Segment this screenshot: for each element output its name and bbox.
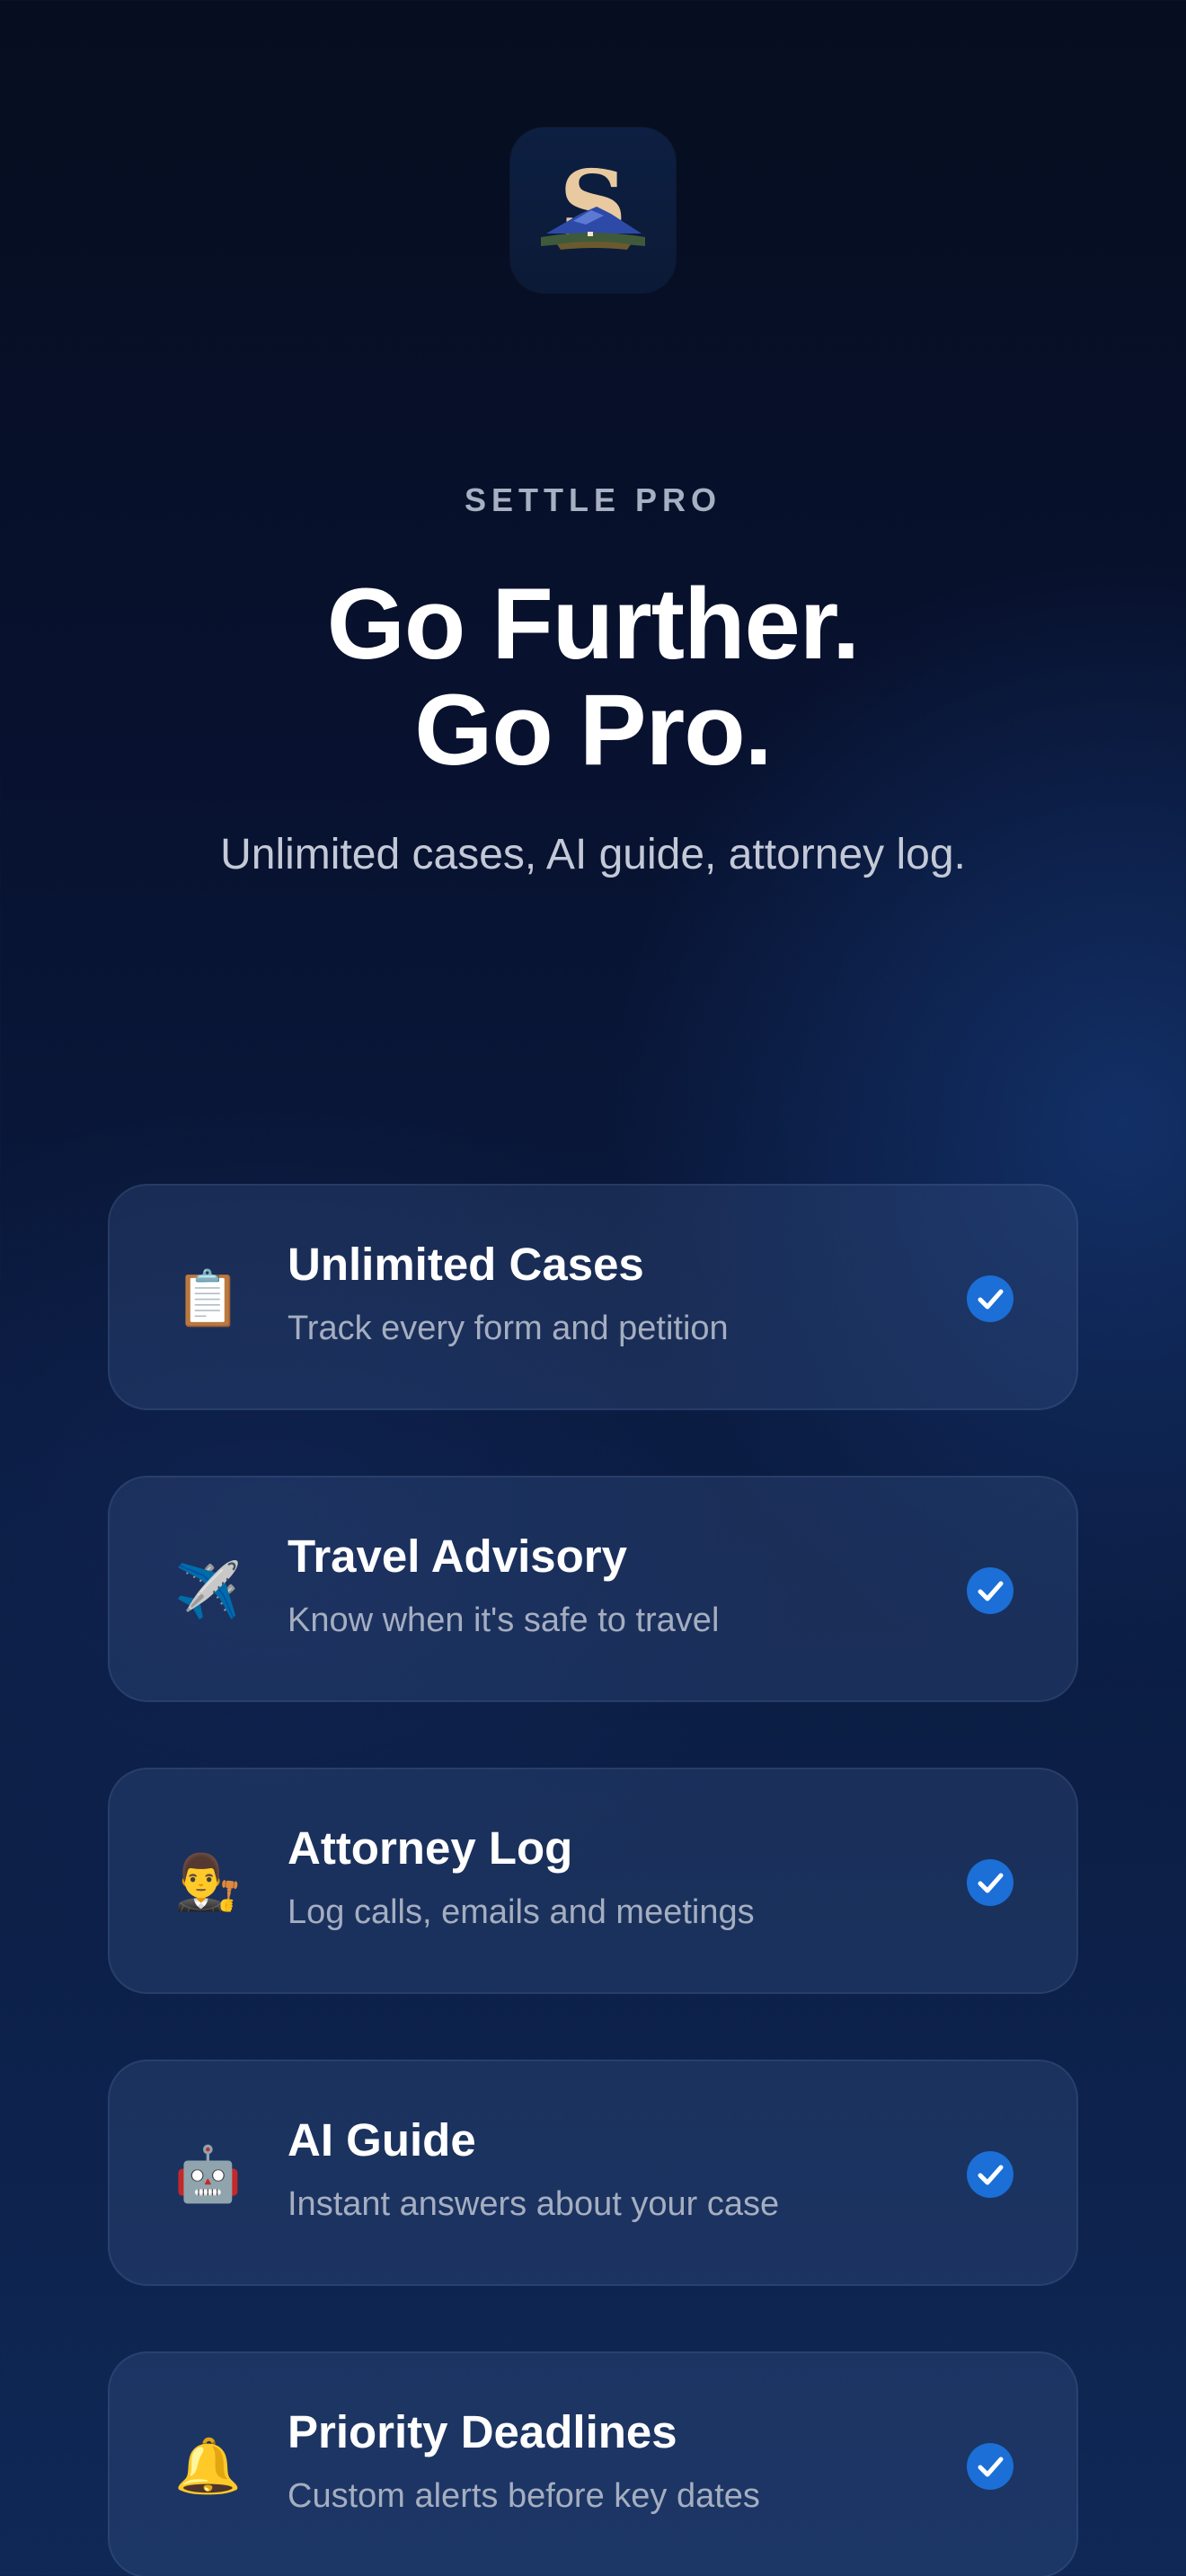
feature-title: Travel Advisory	[288, 1531, 627, 1582]
checkmark-icon	[967, 1859, 1013, 1906]
feature-description: Instant answers about your case	[288, 2185, 780, 2223]
robot-icon: 🤖	[174, 2143, 242, 2206]
feature-description: Custom alerts before key dates	[288, 2477, 760, 2515]
checkmark-icon	[967, 1567, 1013, 1614]
page-subtitle: Unlimited cases, AI guide, attorney log.	[220, 831, 966, 878]
feature-list: 📋 Unlimited Cases Track every form and p…	[108, 1184, 1078, 2576]
feature-description: Know when it's safe to travel	[288, 1601, 720, 1639]
page-title: Go Further. Go Pro.	[0, 571, 1186, 783]
eyebrow-label: SETTLE PRO	[464, 481, 722, 518]
feature-card-travel-advisory: ✈️ Travel Advisory Know when it's safe t…	[108, 1476, 1078, 1702]
feature-description: Track every form and petition	[288, 1310, 729, 1347]
feature-title: Unlimited Cases	[288, 1239, 644, 1290]
clipboard-icon: 📋	[174, 1267, 242, 1330]
feature-card-attorney-log: 👨‍⚖️ Attorney Log Log calls, emails and …	[108, 1768, 1078, 1994]
attorney-icon: 👨‍⚖️	[174, 1851, 242, 1914]
feature-title: Attorney Log	[288, 1822, 573, 1874]
bell-icon: 🔔	[174, 2435, 242, 2498]
headline-line-1: Go Further.	[326, 568, 861, 680]
checkmark-icon	[967, 2443, 1013, 2490]
feature-card-priority-deadlines: 🔔 Priority Deadlines Custom alerts befor…	[108, 2351, 1078, 2576]
feature-card-unlimited-cases: 📋 Unlimited Cases Track every form and p…	[108, 1184, 1078, 1410]
checkmark-icon	[967, 2151, 1013, 2198]
checkmark-icon	[967, 1275, 1013, 1322]
feature-description: Log calls, emails and meetings	[288, 1893, 755, 1931]
feature-title: AI Guide	[288, 2114, 476, 2166]
feature-title: Priority Deadlines	[288, 2406, 677, 2457]
airplane-icon: ✈️	[174, 1559, 242, 1622]
feature-card-ai-guide: 🤖 AI Guide Instant answers about your ca…	[108, 2060, 1078, 2286]
headline-line-2: Go Pro.	[414, 674, 772, 786]
app-logo-icon: S	[510, 128, 676, 293]
